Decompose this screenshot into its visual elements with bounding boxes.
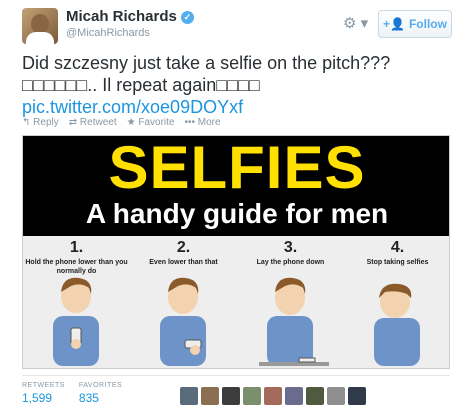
tweet-header: Micah Richards ✓ @MicahRichards ⚙ ▾ +👤 Fo… bbox=[22, 6, 452, 46]
media-title: SELFIES bbox=[108, 135, 366, 201]
figure-3 bbox=[259, 277, 329, 366]
step-caption: Stop taking selfies bbox=[366, 259, 429, 266]
favoriter-avatar[interactable] bbox=[327, 387, 345, 405]
favorites-stat[interactable]: FAVORITES 835 bbox=[79, 382, 122, 405]
favorite-label: Favorite bbox=[138, 117, 175, 128]
more-icon: ••• bbox=[184, 117, 195, 128]
favoriter-avatar[interactable] bbox=[348, 387, 366, 405]
avatar[interactable] bbox=[22, 8, 58, 44]
favoriter-avatar[interactable] bbox=[180, 387, 198, 405]
favorites-label: FAVORITES bbox=[78, 382, 123, 389]
star-icon: ★ bbox=[126, 117, 136, 128]
favorite-action[interactable]: ★ Favorite bbox=[127, 117, 175, 128]
add-user-icon: +👤 bbox=[383, 17, 405, 31]
tweet-actions: ↰ Reply ⇄ Retweet ★ Favorite ••• More bbox=[22, 117, 221, 128]
favoriter-avatar[interactable] bbox=[243, 387, 261, 405]
verified-icon: ✓ bbox=[180, 11, 194, 24]
retweet-icon: ⇄ bbox=[68, 117, 78, 128]
favoriter-avatars bbox=[180, 387, 366, 405]
step-number: 2. bbox=[176, 239, 191, 256]
figure-1 bbox=[53, 277, 99, 366]
retweets-count: 1,599 bbox=[22, 391, 53, 405]
retweet-action[interactable]: ⇄ Retweet bbox=[69, 117, 117, 128]
step-2: 2. Even lower than that bbox=[130, 240, 237, 267]
favoriter-avatar[interactable] bbox=[306, 387, 324, 405]
display-name-text[interactable]: Micah Richards bbox=[66, 8, 177, 25]
selfie-figures bbox=[53, 277, 420, 366]
retweets-label: RETWEETS bbox=[22, 382, 65, 389]
step-number: 3. bbox=[283, 239, 298, 256]
media-subtitle: A handy guide for men bbox=[85, 198, 389, 229]
retweets-stat[interactable]: RETWEETS 1,599 bbox=[22, 382, 65, 405]
user-handle[interactable]: @MicahRichards bbox=[66, 27, 150, 39]
retweet-label: Retweet bbox=[79, 117, 117, 128]
reply-icon: ↰ bbox=[22, 117, 31, 128]
divider bbox=[22, 375, 450, 376]
figure-4 bbox=[374, 283, 420, 366]
favoriter-avatar[interactable] bbox=[201, 387, 219, 405]
favoriter-avatar[interactable] bbox=[285, 387, 303, 405]
figure-2 bbox=[160, 277, 206, 366]
tweet-text: Did szczesny just take a selfie on the p… bbox=[22, 52, 450, 118]
favorites-count: 835 bbox=[78, 391, 99, 405]
step-caption: Lay the phone down bbox=[256, 259, 325, 266]
gear-icon[interactable]: ⚙ ▾ bbox=[343, 14, 368, 32]
media-banner: SELFIES A handy guide for men bbox=[23, 135, 449, 236]
display-name[interactable]: Micah Richards ✓ bbox=[66, 8, 194, 25]
step-number: 1. bbox=[69, 239, 84, 256]
favoriter-avatar[interactable] bbox=[264, 387, 282, 405]
tweet-media-link[interactable]: pic.twitter.com/xoe09DOYxf bbox=[22, 96, 450, 118]
tweet-stats: RETWEETS 1,599 FAVORITES 835 bbox=[22, 382, 122, 405]
step-caption: Even lower than that bbox=[149, 259, 218, 266]
follow-button[interactable]: +👤 Follow bbox=[378, 10, 452, 38]
step-4: 4. Stop taking selfies bbox=[344, 239, 449, 267]
step-number: 4. bbox=[390, 239, 405, 256]
step-3: 3. Lay the phone down bbox=[237, 240, 344, 267]
tweet-body: Did szczesny just take a selfie on the p… bbox=[22, 53, 391, 95]
avatar-shirt bbox=[26, 32, 54, 44]
tweet-media[interactable]: SELFIES A handy guide for men 1. Hold th… bbox=[22, 135, 450, 369]
follow-label: Follow bbox=[408, 17, 447, 31]
favoriter-avatar[interactable] bbox=[222, 387, 240, 405]
reply-label: Reply bbox=[33, 117, 59, 128]
avatar-face bbox=[31, 14, 49, 34]
more-action[interactable]: ••• More bbox=[184, 117, 220, 128]
more-label: More bbox=[197, 117, 221, 128]
reply-action[interactable]: ↰ Reply bbox=[22, 117, 59, 128]
